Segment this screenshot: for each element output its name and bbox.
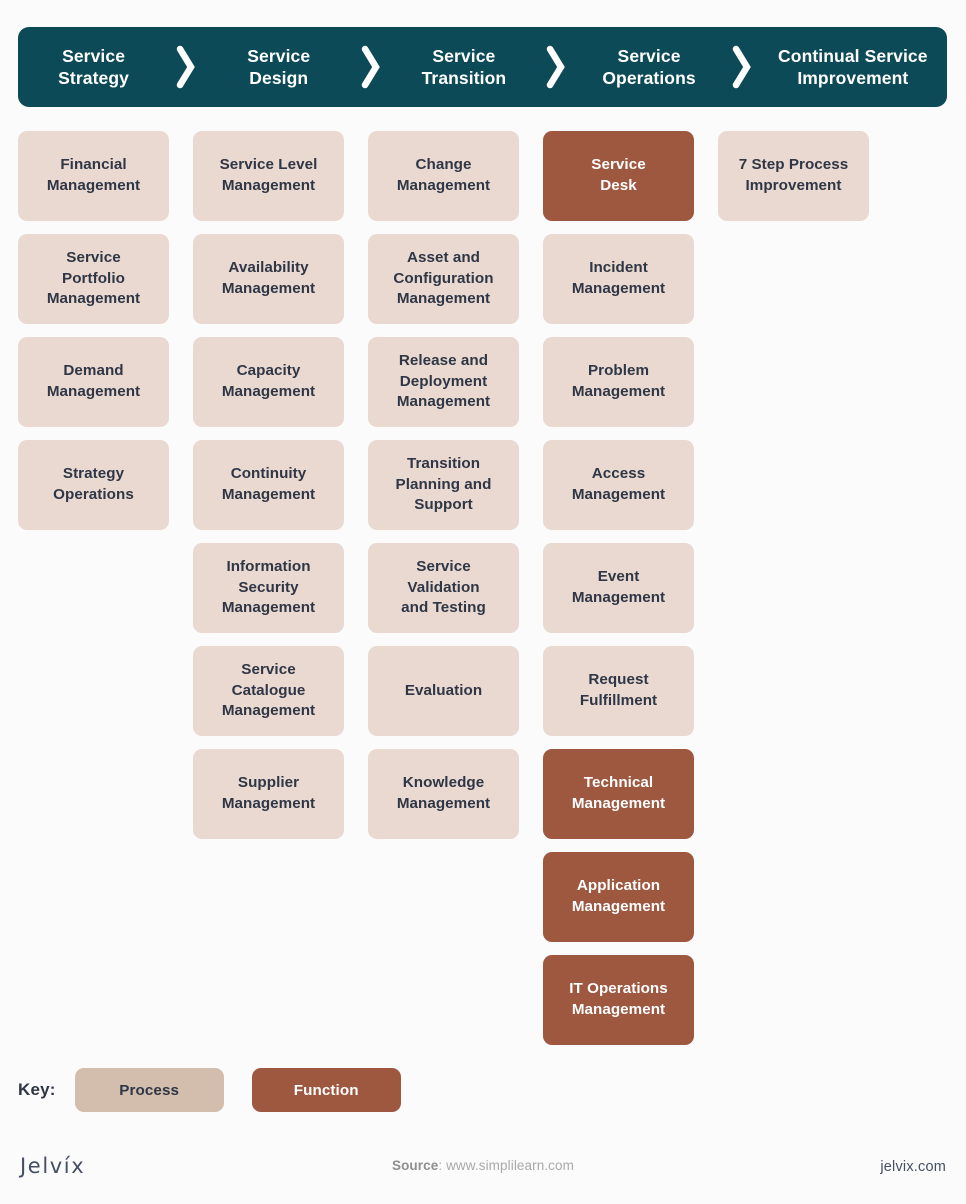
function-card[interactable]: Service Desk xyxy=(543,131,694,221)
card-label: Application Management xyxy=(571,877,666,915)
process-card[interactable]: Asset and Configuration Management xyxy=(368,234,519,324)
card-label: Service Desk xyxy=(591,156,646,194)
card-label: Knowledge Management xyxy=(396,774,491,812)
column-5: 7 Step Process Improvement xyxy=(718,131,869,1045)
process-card[interactable]: Service Level Management xyxy=(193,131,344,221)
function-card[interactable]: IT Operations Management xyxy=(543,955,694,1045)
function-card[interactable]: Application Management xyxy=(543,852,694,942)
card-label: Release and Deployment Management xyxy=(396,352,491,411)
lifecycle-stage-label: Service Transition xyxy=(421,45,507,88)
chevron-right-icon xyxy=(539,27,573,107)
card-label: Service Validation and Testing xyxy=(401,558,486,617)
process-card[interactable]: Service Catalogue Management xyxy=(193,646,344,736)
card-label: Continuity Management xyxy=(221,465,316,503)
process-card[interactable]: Transition Planning and Support xyxy=(368,440,519,530)
card-label: Financial Management xyxy=(46,156,141,194)
card-label: Event Management xyxy=(571,568,666,606)
card-label: Transition Planning and Support xyxy=(395,455,492,514)
source-attribution: Source: www.simplilearn.com xyxy=(0,1158,966,1173)
process-card[interactable]: Evaluation xyxy=(368,646,519,736)
footer: Jelvíx Source: www.simplilearn.com jelvi… xyxy=(0,1144,966,1204)
lifecycle-stage-label: Continual Service Improvement xyxy=(778,45,928,88)
lifecycle-stage-5[interactable]: Continual Service Improvement xyxy=(759,27,947,107)
process-card[interactable]: Knowledge Management xyxy=(368,749,519,839)
card-label: Asset and Configuration Management xyxy=(393,249,494,308)
card-label: Change Management xyxy=(396,156,491,194)
process-card[interactable]: Problem Management xyxy=(543,337,694,427)
lifecycle-stage-label: Service Operations xyxy=(602,45,696,88)
source-label: Source xyxy=(391,1158,439,1173)
legend-label: Key: xyxy=(18,1080,56,1099)
card-label: Access Management xyxy=(571,465,666,503)
process-card[interactable]: Demand Management xyxy=(18,337,169,427)
source-separator: : xyxy=(438,1158,447,1173)
legend-swatch-process-label: Process xyxy=(119,1081,180,1099)
card-label: Service Level Management xyxy=(219,156,318,194)
legend-swatch-function: Function xyxy=(251,1068,401,1112)
process-card[interactable]: Change Management xyxy=(368,131,519,221)
process-card[interactable]: Capacity Management xyxy=(193,337,344,427)
card-label: Information Security Management xyxy=(221,558,316,617)
legend-swatch-process: Process xyxy=(74,1068,224,1112)
legend-swatch-function-label: Function xyxy=(293,1081,359,1099)
card-label: 7 Step Process Improvement xyxy=(738,156,849,194)
legend-key: Key: Process Function xyxy=(18,1068,401,1112)
card-label: IT Operations Management xyxy=(569,980,668,1018)
lifecycle-stage-label: Service Design xyxy=(247,45,311,88)
process-card[interactable]: Supplier Management xyxy=(193,749,344,839)
card-label: Evaluation xyxy=(404,681,483,699)
lifecycle-stage-2[interactable]: Service Design xyxy=(203,27,354,107)
chevron-right-icon xyxy=(725,27,759,107)
column-3: Change Management Asset and Configuration Ma… xyxy=(368,131,519,1045)
process-card[interactable]: 7 Step Process Improvement xyxy=(718,131,869,221)
chevron-right-icon xyxy=(169,27,203,107)
chevron-right-icon xyxy=(354,27,388,107)
card-label: Service Portfolio Management xyxy=(46,249,141,308)
lifecycle-stage-bar: Service Strategy Service Design Service Trans… xyxy=(18,27,947,107)
lifecycle-stage-3[interactable]: Service Transition xyxy=(388,27,539,107)
lifecycle-stage-4[interactable]: Service Operations xyxy=(573,27,724,107)
process-card[interactable]: Release and Deployment Management xyxy=(368,337,519,427)
column-4: Service Desk Incident Management Problem Mana… xyxy=(543,131,694,1045)
card-label: Technical Management xyxy=(571,774,666,812)
process-card[interactable]: Strategy Operations xyxy=(18,440,169,530)
process-card[interactable]: Service Portfolio Management xyxy=(18,234,169,324)
card-label: Capacity Management xyxy=(221,362,316,400)
process-card[interactable]: Continuity Management xyxy=(193,440,344,530)
process-card[interactable]: Incident Management xyxy=(543,234,694,324)
itil-lifecycle-diagram: Service Strategy Service Design Service Trans… xyxy=(0,0,966,1204)
process-card[interactable]: Information Security Management xyxy=(193,543,344,633)
process-card[interactable]: Request Fulfillment xyxy=(543,646,694,736)
card-label: Incident Management xyxy=(571,259,666,297)
card-label: Availability Management xyxy=(221,259,316,297)
column-1: Financial Management Service Portfolio Manag… xyxy=(18,131,169,1045)
site-url: jelvix.com xyxy=(880,1159,946,1175)
card-label: Problem Management xyxy=(571,362,666,400)
card-label: Demand Management xyxy=(46,362,141,400)
process-card[interactable]: Access Management xyxy=(543,440,694,530)
column-2: Service Level Management Availability Manag… xyxy=(193,131,344,1045)
source-value: www.simplilearn.com xyxy=(446,1158,574,1173)
process-card[interactable]: Financial Management xyxy=(18,131,169,221)
process-card-grid: Financial Management Service Portfolio Manag… xyxy=(18,131,947,1045)
function-card[interactable]: Technical Management xyxy=(543,749,694,839)
process-card[interactable]: Service Validation and Testing xyxy=(368,543,519,633)
card-label: Service Catalogue Management xyxy=(221,661,316,720)
process-card[interactable]: Availability Management xyxy=(193,234,344,324)
card-label: Supplier Management xyxy=(221,774,316,812)
lifecycle-stage-label: Service Strategy xyxy=(58,45,129,88)
card-label: Strategy Operations xyxy=(53,465,134,503)
lifecycle-stage-1[interactable]: Service Strategy xyxy=(18,27,169,107)
card-label: Request Fulfillment xyxy=(579,671,658,709)
process-card[interactable]: Event Management xyxy=(543,543,694,633)
